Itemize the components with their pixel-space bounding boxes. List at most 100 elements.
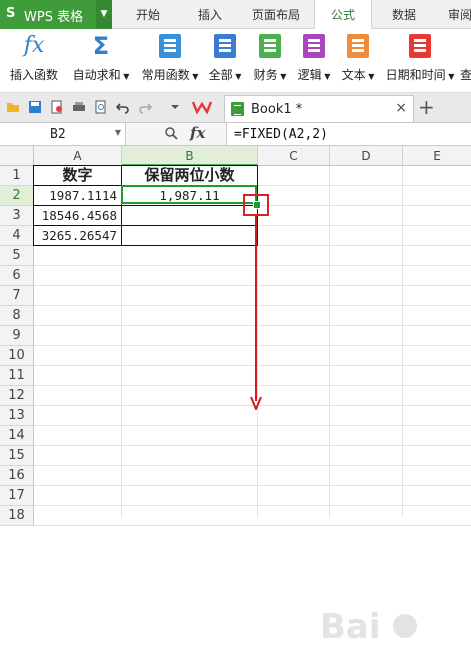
- row-header-1[interactable]: 1: [0, 166, 34, 186]
- chevron-down-icon: ▼: [445, 72, 455, 81]
- grid-line-horizontal: [34, 505, 471, 506]
- select-all-corner[interactable]: [0, 146, 34, 165]
- close-tab-icon[interactable]: ×: [395, 100, 407, 116]
- tab-data[interactable]: 数据: [374, 0, 434, 28]
- column-header-c[interactable]: C: [258, 146, 330, 165]
- cell-b1[interactable]: 保留两位小数: [122, 166, 257, 185]
- finance-functions-button[interactable]: 财务 ▼: [250, 34, 290, 83]
- wps-logo-icon: [192, 101, 212, 114]
- app-menu-button[interactable]: S WPS 表格 ▼: [0, 0, 112, 29]
- grid-line-horizontal: [34, 485, 471, 486]
- date-time-label: 日期和时间: [385, 68, 446, 82]
- cell-a4[interactable]: 3265.26547: [34, 226, 121, 245]
- logic-label: 逻辑: [297, 68, 322, 82]
- row-header-14[interactable]: 14: [0, 426, 34, 446]
- cell-a1[interactable]: 数字: [34, 166, 121, 185]
- print-preview-icon[interactable]: [50, 100, 64, 114]
- spreadsheet-file-icon: [231, 102, 244, 116]
- row-header-3[interactable]: 3: [0, 206, 34, 226]
- document-tab[interactable]: Book1 * ×: [224, 95, 414, 122]
- cell-a2[interactable]: 1987.1114: [34, 186, 121, 205]
- column-header-row: A B C D E: [0, 146, 471, 166]
- logic-icon: [303, 34, 325, 58]
- quick-access-toolbar: Book1 * × +: [0, 93, 471, 123]
- text-icon: [347, 34, 369, 58]
- zoom-search-icon[interactable]: [164, 126, 178, 140]
- logic-functions-button[interactable]: 逻辑 ▼: [294, 34, 334, 83]
- watermark-logo: Bai: [320, 607, 417, 647]
- wps-logo-icon: S: [6, 6, 16, 21]
- name-box[interactable]: B2 ▼: [0, 123, 126, 145]
- preview-icon[interactable]: [94, 100, 108, 114]
- row-header-4[interactable]: 4: [0, 226, 34, 246]
- column-header-b[interactable]: B: [122, 146, 258, 166]
- spreadsheet-grid[interactable]: A B C D E 1 2 3 4 5 6 7 8 9 10 11 12 13 14 15 16 17 18 数字…: [0, 146, 471, 647]
- tab-formulas[interactable]: 公式: [314, 0, 372, 29]
- table-border: [33, 165, 258, 166]
- cell-reference: B2: [50, 127, 66, 142]
- row-header-7[interactable]: 7: [0, 286, 34, 306]
- grid-line-horizontal: [34, 385, 471, 386]
- undo-icon[interactable]: [116, 100, 130, 114]
- menu-tab-bar: S WPS 表格 ▼ 开始 插入 页面布局 公式 数据 审阅: [0, 0, 471, 29]
- row-header-11[interactable]: 11: [0, 366, 34, 386]
- row-header-2[interactable]: 2: [0, 186, 34, 206]
- row-header-9[interactable]: 9: [0, 326, 34, 346]
- table-border: [33, 225, 258, 226]
- tab-review[interactable]: 审阅: [440, 0, 471, 28]
- date-time-functions-button[interactable]: 日期和时间 ▼: [384, 34, 456, 83]
- formula-input[interactable]: =FIXED(A2,2): [234, 127, 328, 142]
- row-header-18[interactable]: 18: [0, 506, 34, 526]
- tab-start[interactable]: 开始: [118, 0, 178, 28]
- print-icon[interactable]: [72, 100, 86, 114]
- fill-handle-highlight-box: [243, 194, 269, 216]
- column-header-d[interactable]: D: [330, 146, 403, 165]
- chevron-down-icon[interactable]: ▼: [115, 128, 121, 137]
- autosum-button[interactable]: Σ 自动求和 ▼: [70, 34, 132, 83]
- row-header-10[interactable]: 10: [0, 346, 34, 366]
- sigma-icon: Σ: [92, 32, 110, 60]
- grid-line-horizontal: [34, 465, 471, 466]
- grid-line-horizontal: [34, 365, 471, 366]
- grid-line-vertical: [329, 166, 330, 517]
- folder-icon[interactable]: [6, 100, 20, 114]
- insert-function-button[interactable]: fx 插入函数: [6, 34, 62, 83]
- all-functions-button[interactable]: 全部 ▼: [205, 34, 245, 83]
- text-functions-button[interactable]: 文本 ▼: [338, 34, 378, 83]
- cell-a3[interactable]: 18546.4568: [34, 206, 121, 225]
- row-header-17[interactable]: 17: [0, 486, 34, 506]
- row-header-15[interactable]: 15: [0, 446, 34, 466]
- chevron-down-icon: ▼: [365, 72, 375, 81]
- grid-line-horizontal: [34, 265, 471, 266]
- autosum-label: 自动求和: [72, 68, 121, 82]
- tab-insert[interactable]: 插入: [182, 0, 238, 28]
- tab-page-layout[interactable]: 页面布局: [240, 0, 312, 28]
- new-tab-button[interactable]: +: [418, 95, 435, 119]
- redo-icon[interactable]: [138, 100, 152, 114]
- table-border: [121, 165, 122, 246]
- cell-b4[interactable]: [122, 226, 257, 245]
- row-header-16[interactable]: 16: [0, 466, 34, 486]
- cell-b3[interactable]: [122, 206, 257, 225]
- customize-dropdown-icon[interactable]: [168, 100, 182, 114]
- row-header-8[interactable]: 8: [0, 306, 34, 326]
- lookup-functions-button[interactable]: 查: [460, 34, 471, 83]
- insert-function-label: 插入函数: [9, 68, 58, 82]
- common-functions-button[interactable]: 常用函数 ▼: [138, 34, 202, 83]
- column-header-a[interactable]: A: [34, 146, 122, 165]
- grid-line-horizontal: [34, 325, 471, 326]
- chevron-down-icon[interactable]: ▼: [96, 0, 112, 29]
- grid-line-horizontal: [34, 305, 471, 306]
- lookup-icon: [460, 34, 471, 58]
- fx-icon[interactable]: fx: [190, 124, 205, 142]
- row-header-13[interactable]: 13: [0, 406, 34, 426]
- column-header-e[interactable]: E: [403, 146, 471, 165]
- row-header-5[interactable]: 5: [0, 246, 34, 266]
- star-book-icon: [159, 34, 181, 58]
- grid-line-horizontal: [34, 445, 471, 446]
- row-header-6[interactable]: 6: [0, 266, 34, 286]
- table-border: [33, 165, 34, 246]
- row-header-12[interactable]: 12: [0, 386, 34, 406]
- save-icon[interactable]: [28, 100, 42, 114]
- grid-line-horizontal: [34, 345, 471, 346]
